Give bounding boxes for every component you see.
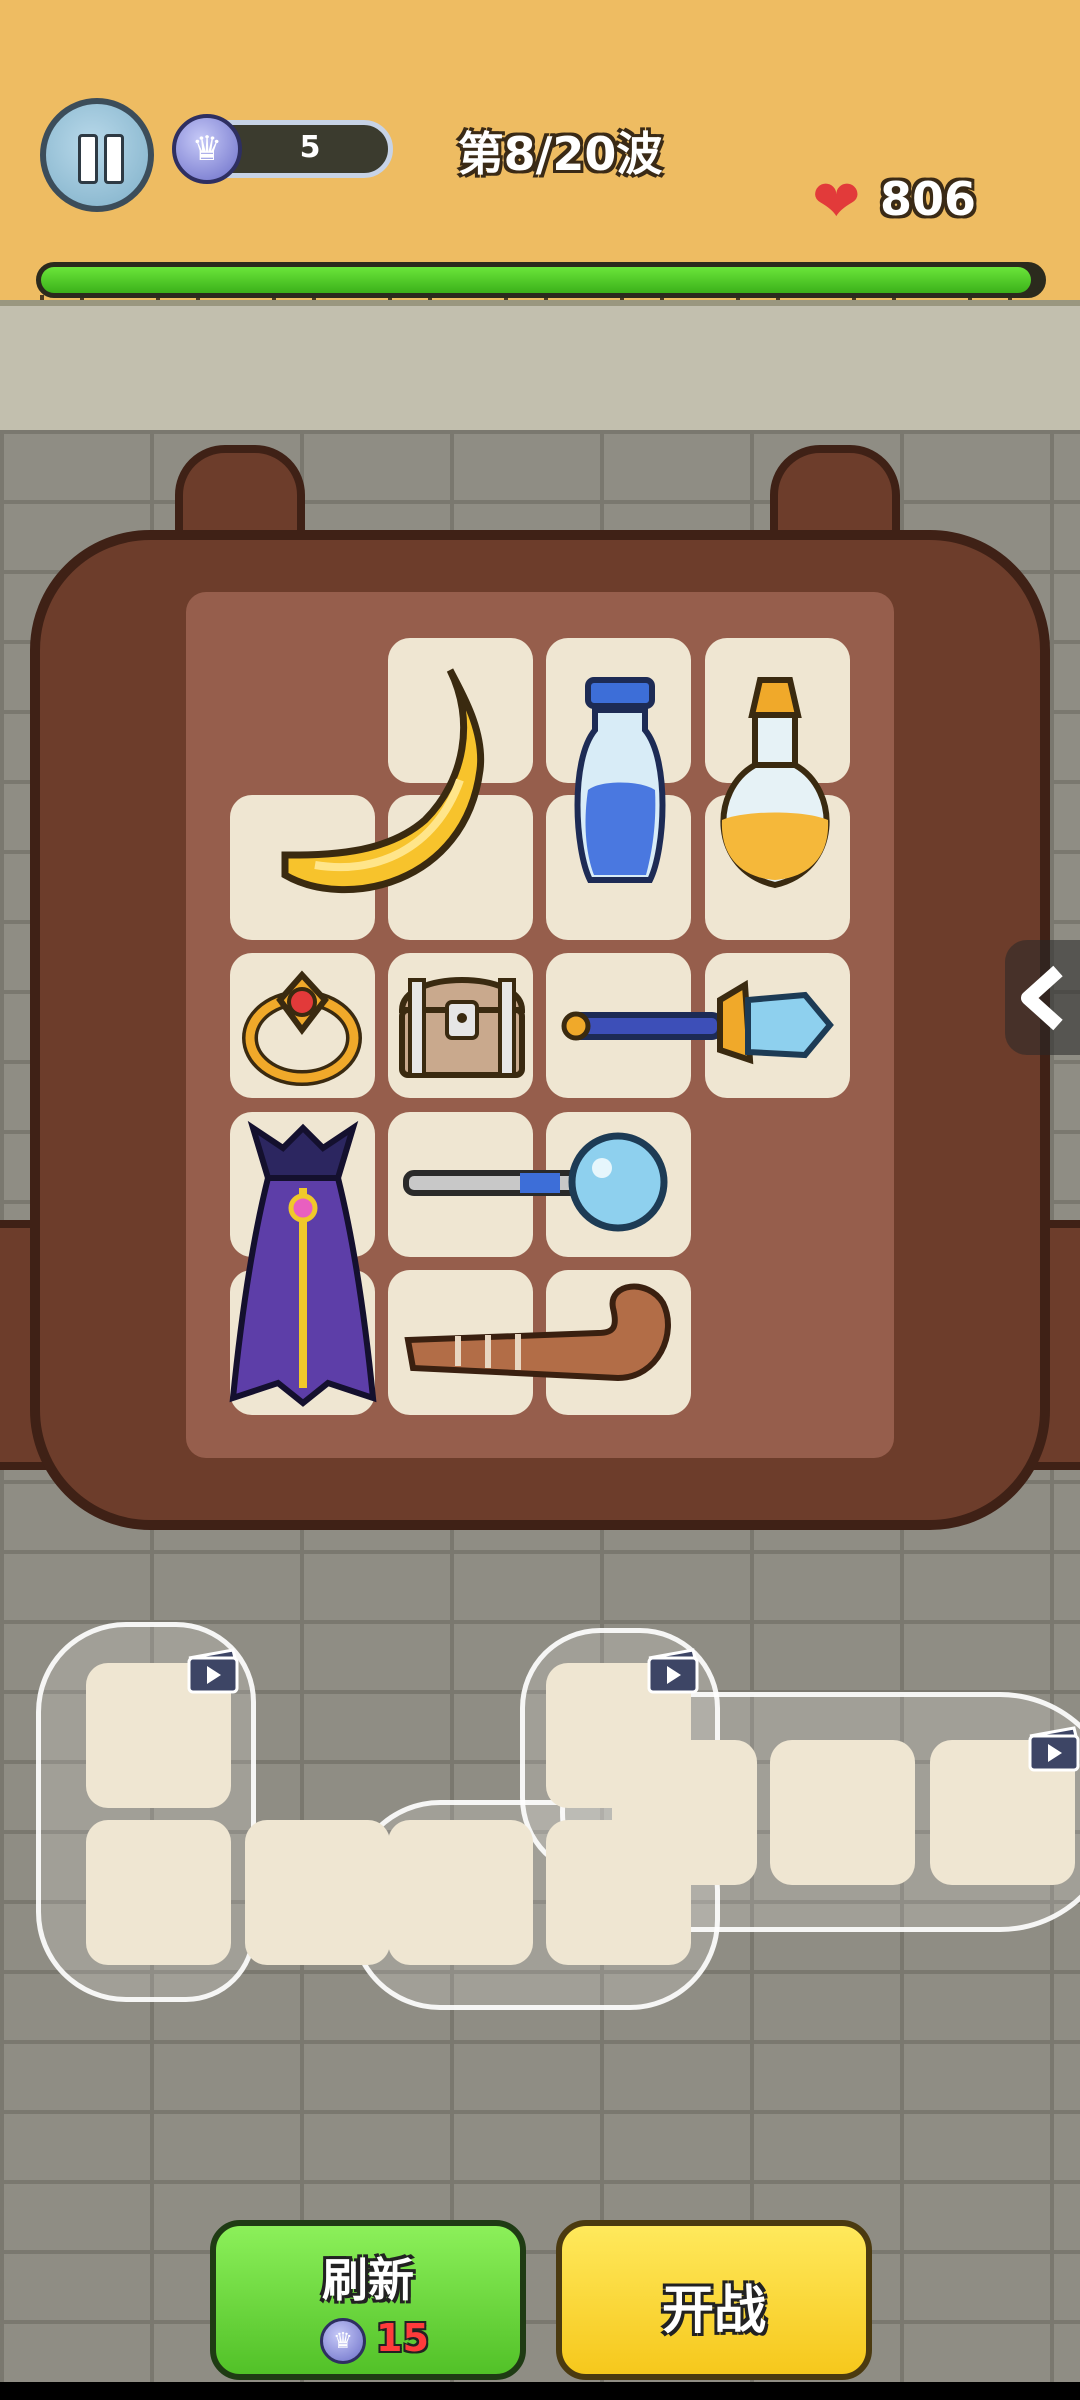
- shop-slot[interactable]: [86, 1820, 231, 1965]
- refresh-label: 刷新: [322, 2253, 414, 2307]
- shop-slot[interactable]: [770, 1740, 915, 1885]
- ring-icon[interactable]: [235, 960, 370, 1095]
- shop-slot[interactable]: [388, 1820, 533, 1965]
- chevron-left-icon: [1020, 965, 1063, 1030]
- pause-button[interactable]: [40, 98, 154, 212]
- hp-value: 806: [880, 172, 977, 226]
- video-ad-icon[interactable]: [1028, 1726, 1080, 1772]
- orb-staff-icon[interactable]: [400, 1120, 680, 1250]
- yellow-potion-icon[interactable]: [700, 670, 850, 905]
- video-ad-icon[interactable]: [647, 1648, 699, 1694]
- crown-count: 5: [299, 130, 321, 165]
- start-battle-button[interactable]: 开战: [556, 2220, 872, 2380]
- banana-icon[interactable]: [255, 660, 515, 920]
- crown-icon: ♛: [320, 2318, 366, 2364]
- chest-icon[interactable]: [392, 960, 532, 1090]
- castle-rampart: [0, 300, 1080, 442]
- heart-icon: ❤: [812, 167, 861, 235]
- cloak-icon[interactable]: [228, 1118, 378, 1418]
- refresh-button[interactable]: 刷新 ♛ 15: [210, 2220, 526, 2380]
- crown-icon: ♛: [172, 114, 242, 184]
- crook-icon[interactable]: [398, 1278, 683, 1408]
- shop-slot[interactable]: [245, 1820, 390, 1965]
- pause-icon: [78, 134, 98, 184]
- hp-bar: [36, 262, 1046, 298]
- blue-potion-icon[interactable]: [560, 670, 680, 900]
- wave-indicator: 第8/20波: [457, 127, 663, 181]
- start-battle-label: 开战: [661, 2281, 766, 2341]
- pause-icon: [104, 134, 124, 184]
- refresh-cost: 15: [376, 2316, 429, 2360]
- system-nav-strip: [0, 2382, 1080, 2400]
- crystal-wand-icon[interactable]: [560, 960, 840, 1090]
- video-ad-icon[interactable]: [187, 1648, 239, 1694]
- side-panel-toggle[interactable]: [1005, 940, 1080, 1055]
- shop-slot[interactable]: [612, 1740, 757, 1885]
- hp-bar-fill: [41, 267, 1031, 293]
